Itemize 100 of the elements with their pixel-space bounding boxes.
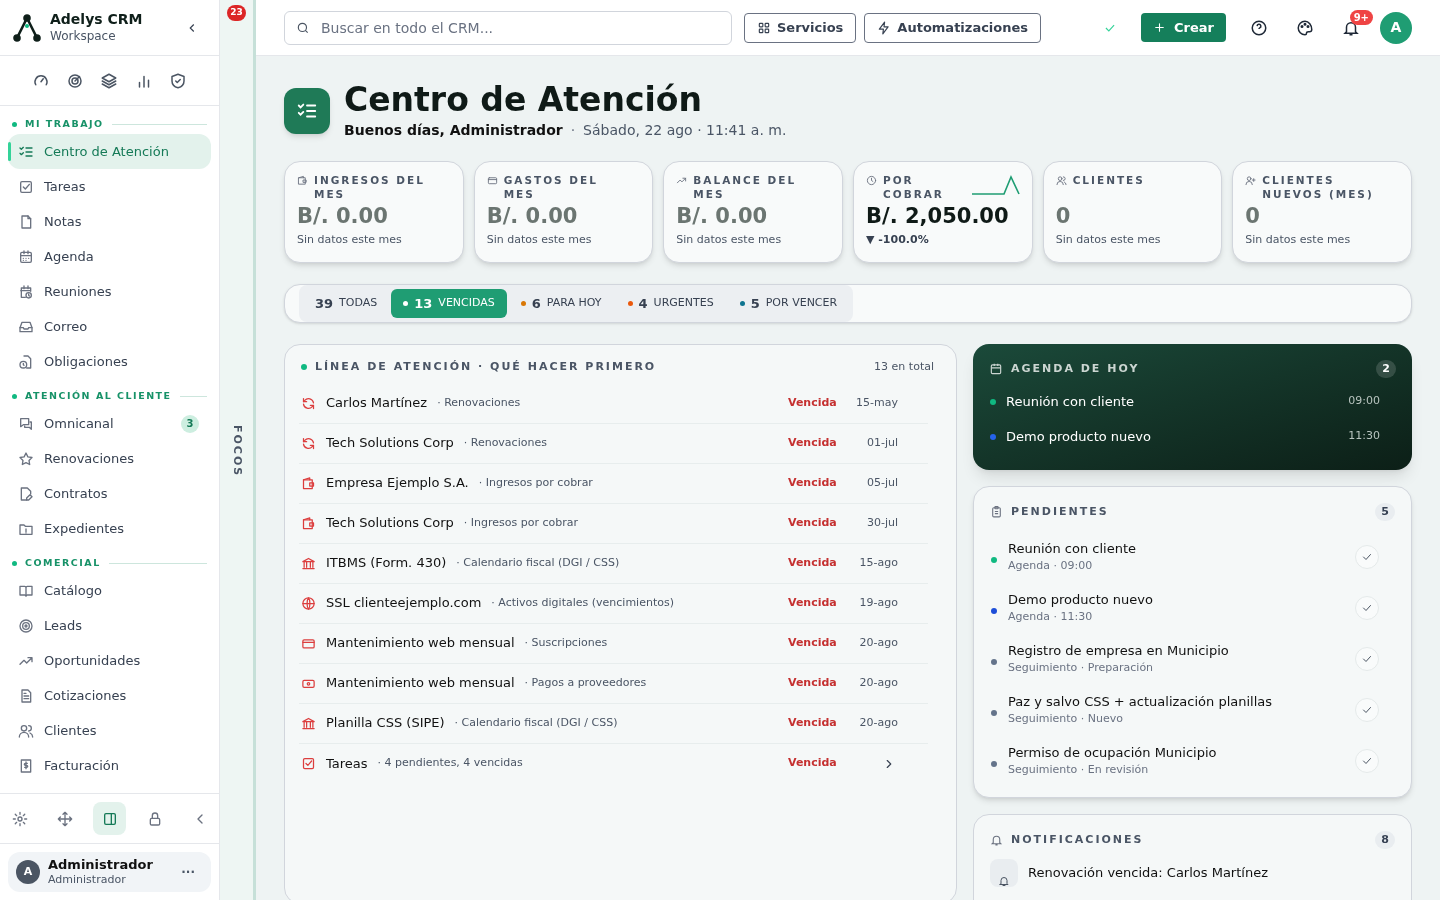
pending-item[interactable]: Paz y salvo CSS + actualización planillas Seguimiento · Nuevo [990,684,1395,735]
status-label: Vencida [788,434,838,451]
clock-icon [866,175,877,186]
attention-row[interactable]: Mantenimiento web mensual · Pagos a proveedores Vencida 20-ago [299,663,928,704]
section-title: COMERCIAL [25,555,101,570]
attention-row[interactable]: Tareas · 4 pendientes, 4 vencidas Vencida [299,743,928,784]
nav-item[interactable]: Reuniones [8,274,211,309]
nav-item[interactable]: Oportunidades [8,643,211,678]
toolbar-button[interactable]: Automatizaciones [864,12,1042,43]
nav-item[interactable]: Agenda [8,239,211,274]
nav-item[interactable]: Leads [8,608,211,643]
pending-item[interactable]: Permiso de ocupación Municipio Seguimiento · En revisión [990,735,1395,786]
attention-row[interactable]: Tech Solutions Corp · Ingresos por cobrar Vencida 30-jul [299,503,928,544]
item-subtitle: Seguimiento · Nuevo [1008,711,1124,726]
bank-icon [301,555,316,571]
attention-row[interactable]: Tech Solutions Corp · Renovaciones Vencida 01-jul [299,423,928,464]
globe-icon [301,595,316,611]
nav-item[interactable]: Clientes [8,713,211,748]
row-category: · Renovaciones [437,394,522,411]
nav-item[interactable]: Cotizaciones [8,678,211,713]
row-category: · Activos digitales (vencimientos) [491,594,675,611]
stat-label: INGRESOS DEL MES [314,173,426,201]
nav-item[interactable]: Contratos [8,476,211,511]
event-title: Reunión con cliente [1006,392,1136,411]
move-icon [56,810,73,827]
more-button[interactable]: ··· [181,863,203,881]
row-category: · Ingresos por cobrar [478,474,594,491]
card-title: AGENDA DE HOY [1011,360,1141,377]
status-label: Vencida [788,634,838,651]
attention-row[interactable]: SSL clienteejemplo.com · Activos digitales (vencimientos) Vencida 19-ago [299,583,928,624]
nav-item[interactable]: Obligaciones [8,344,211,379]
layers-icon[interactable] [100,71,119,90]
calendar-icon [989,362,1003,376]
due-date: 01-jul [865,434,898,451]
bell-icon [990,833,1003,847]
attention-row[interactable]: Mantenimiento web mensual · Suscripciones Vencida 20-ago [299,623,928,664]
pending-item[interactable]: Registro de empresa en Municipio Seguimiento · Preparación [990,633,1395,684]
help-icon[interactable] [1250,18,1268,37]
stat-value: B/. 2,050.00 [866,202,1010,230]
item-subtitle: Agenda · 11:30 [1008,609,1094,624]
workspace-label: Workspace [50,28,117,44]
pending-item[interactable]: Demo producto nuevo Agenda · 11:30 [990,582,1395,633]
row-title: Carlos Martínez [326,394,428,413]
nav-item[interactable]: Expedientes [8,511,211,546]
focus-panel-tab[interactable]: FOCOS [228,425,245,478]
user-add-icon [1245,175,1257,186]
attention-row[interactable]: Empresa Ejemplo S.A. · Ingresos por cobrar Vencida 05-jul [299,463,928,504]
row-title: Empresa Ejemplo S.A. [326,474,469,493]
stat-note: Sin datos este mes [486,231,593,248]
attention-row[interactable]: Carlos Martínez · Renovaciones Vencida 15-may [299,383,928,424]
panel-button[interactable] [93,802,126,835]
item-subtitle: Seguimiento · Preparación [1008,660,1155,675]
shield-icon[interactable] [168,71,187,90]
attention-row[interactable]: ITBMS (Form. 430) · Calendario fiscal (DGI / CSS) Vencida 15-ago [299,543,928,584]
palette-icon[interactable] [1296,18,1314,37]
plus-icon [1153,21,1167,34]
row-category: · Pagos a proveedores [524,674,648,691]
stat-value: B/. 0.00 [486,202,579,230]
row-title: ITBMS (Form. 430) [326,554,447,573]
row-category: · Calendario fiscal (DGI / CSS) [454,714,619,731]
row-title: Tech Solutions Corp [326,434,454,453]
filter-tab[interactable]: 6 PARA HOY [508,289,614,318]
item-title: Permiso de ocupación Municipio [1008,744,1218,761]
event-row[interactable]: Reunión con cliente 09:00 [989,384,1396,419]
nav-item[interactable]: Catálogo [8,573,211,608]
nav-item[interactable]: Correo [8,309,211,344]
notification-item[interactable]: Renovación vencida: Carlos Martínez [990,859,1395,887]
nav-item[interactable]: Centro de Atención [8,134,211,169]
status-label: Vencida [788,554,838,571]
nav-item[interactable]: Renovaciones [8,441,211,476]
row-title: SSL clienteejemplo.com [326,594,482,613]
refresh-icon [301,435,316,451]
user-card[interactable]: A Administrador Administrador ··· [8,852,211,892]
create-button[interactable]: Crear [1141,13,1226,42]
greeting: Buenos días, Administrador [344,121,563,140]
toolbar-button[interactable]: Servicios [744,12,857,43]
filter-tab[interactable]: 39 TODAS [303,289,390,318]
settings-icon [11,810,28,827]
brand-name: Adelys CRM [50,11,144,29]
event-row[interactable]: Demo producto nuevo 11:30 [989,419,1396,454]
radar-icon[interactable] [66,71,85,90]
stat-value: 0 [1245,202,1261,230]
nav-item[interactable]: Notas [8,204,211,239]
wallet-icon [301,515,316,531]
stat-note: Sin datos este mes [676,231,783,248]
nav-item[interactable]: Omnicanal 3 [8,406,211,441]
due-date: 05-jul [865,474,898,491]
stat-note: Sin datos este mes [1245,231,1352,248]
attention-row[interactable]: Planilla CSS (SIPE) · Calendario fiscal (DGI / CSS) Vencida 20-ago [299,703,928,744]
filter-tab[interactable]: 4 URGENTES [615,289,726,318]
search-field[interactable]: Buscar en todo el CRM... [284,10,732,45]
nav-item[interactable]: Tareas [8,169,211,204]
item-title: Demo producto nuevo [1008,591,1154,608]
filter-tab[interactable]: 5 POR VENCER [727,289,850,318]
section-title: ATENCIÓN AL CLIENTE [25,388,172,403]
document-icon [18,687,34,704]
pending-item[interactable]: Reunión con cliente Agenda · 09:00 [990,531,1395,582]
nav-item[interactable]: Facturación [8,748,211,783]
lightning-icon [877,20,892,35]
stat-value: 0 [1055,202,1072,230]
